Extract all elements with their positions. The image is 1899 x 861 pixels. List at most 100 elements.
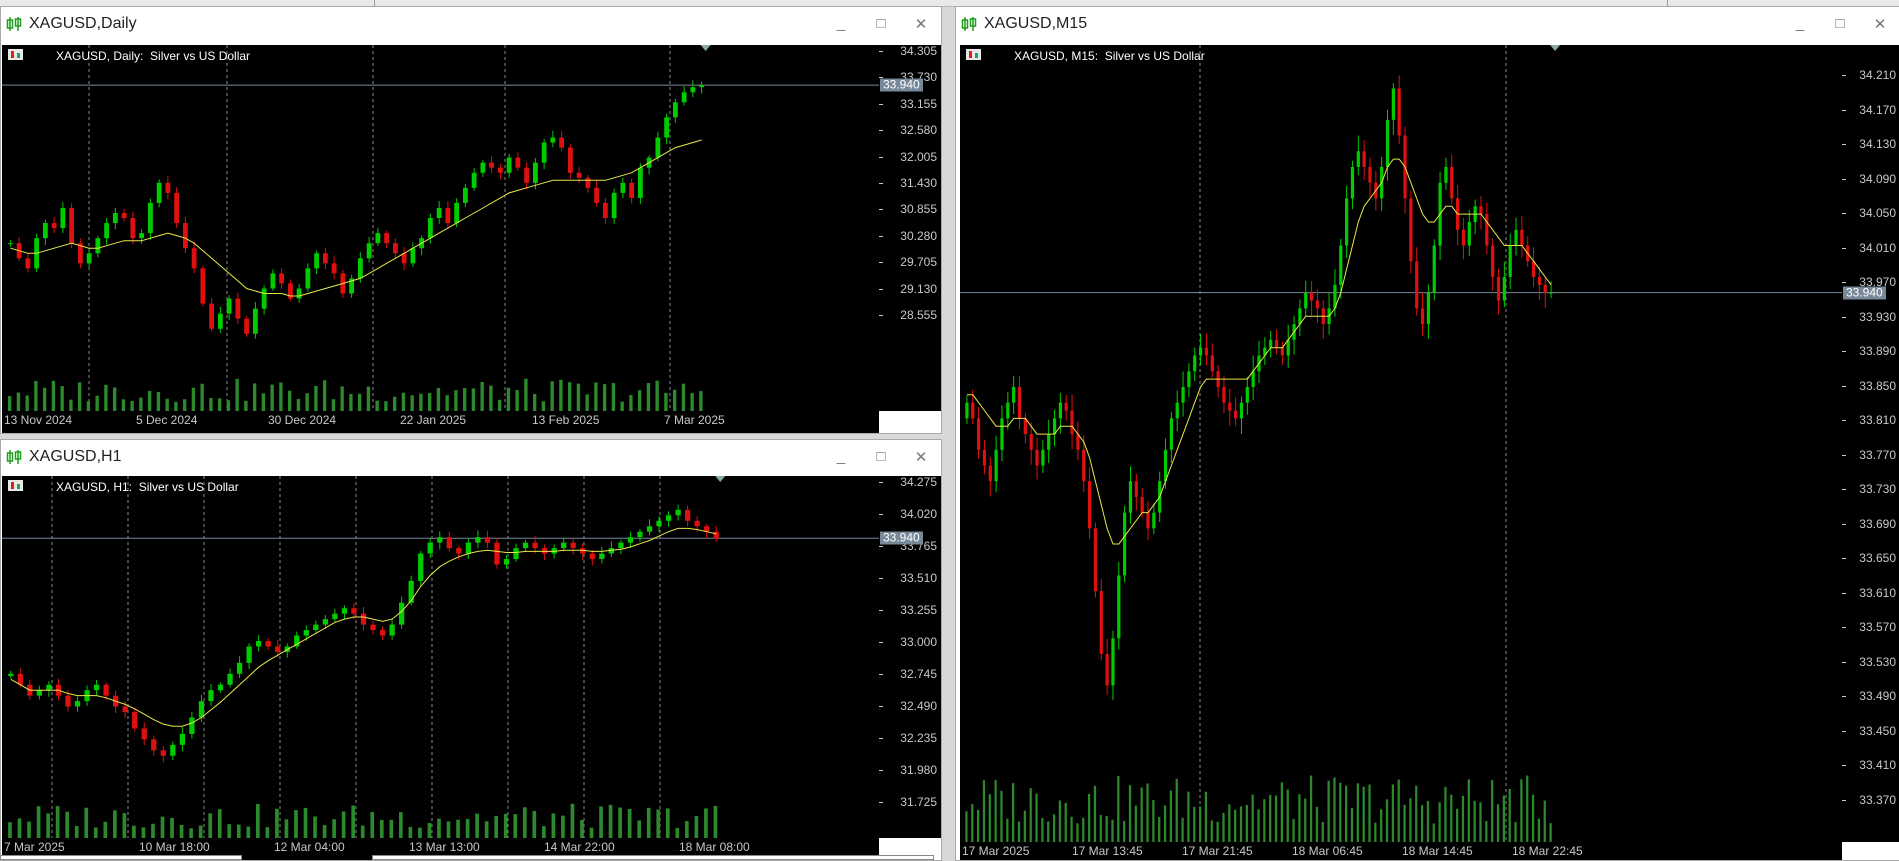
volume-bar (454, 390, 458, 411)
volume-bar (994, 780, 997, 842)
price-axis-label: 33.730 (1859, 482, 1896, 497)
window-titlebar[interactable]: XAGUSD,H1 _ □ ✕ (1, 440, 941, 473)
volume-bar (1058, 800, 1062, 842)
candle-body (646, 526, 653, 532)
time-axis-label: 7 Mar 2025 (664, 413, 725, 427)
window-title: XAGUSD,Daily (29, 14, 137, 32)
volume-bar (69, 399, 73, 411)
minimize-button[interactable]: _ (821, 440, 861, 473)
chart-window-h1[interactable]: XAGUSD,H1 _ □ ✕ XAGUSD, H1: Silver vs US… (0, 439, 942, 861)
candlestick-plot[interactable] (2, 476, 879, 838)
volume-bar (611, 383, 616, 411)
minimize-button[interactable]: _ (821, 7, 861, 40)
candle-body (366, 243, 372, 259)
volume-bar (275, 808, 279, 838)
candle-body (1228, 402, 1232, 411)
candle-body (1245, 386, 1249, 403)
volume-bar (1210, 820, 1213, 842)
candle-body (550, 137, 556, 143)
candle-body (1467, 221, 1471, 246)
volume-bar (139, 397, 143, 411)
candle-body (503, 559, 510, 565)
volume-bar (1175, 778, 1178, 842)
price-chart[interactable]: XAGUSD, H1: Silver vs US Dollar (2, 476, 879, 838)
price-axis-tick (1842, 109, 1846, 111)
chart-window-daily[interactable]: XAGUSD,Daily _ □ ✕ XAGUSD, Daily: Silver… (0, 6, 942, 434)
candle-body (484, 537, 491, 543)
volume-bar (226, 400, 231, 411)
close-button[interactable]: ✕ (1860, 7, 1899, 40)
maximize-button[interactable]: □ (861, 440, 901, 473)
time-axis[interactable]: 13 Nov 2024 5 Dec 2024 30 Dec 2024 22 Jan 2… (2, 411, 879, 433)
time-axis-label: 30 Dec 2024 (268, 413, 337, 427)
candle-body (1146, 512, 1150, 529)
price-axis-tick (1842, 454, 1846, 456)
maximize-button[interactable]: □ (861, 7, 901, 40)
candle-body (567, 147, 573, 173)
maximize-button[interactable]: □ (1820, 7, 1860, 40)
bottom-tab[interactable] (0, 855, 242, 860)
candle-body (1549, 292, 1553, 294)
price-axis-label: 34.130 (1859, 137, 1896, 152)
volume-bar (1467, 779, 1470, 842)
bottom-tab[interactable] (372, 855, 934, 860)
volume-bar (1549, 823, 1552, 842)
price-axis[interactable]: 34.210 34.170 34.130 34.090 34.050 34.010 33.9… (1842, 45, 1899, 842)
candle-body (357, 258, 363, 279)
time-axis[interactable]: 17 Mar 2025 17 Mar 13:45 17 Mar 21:45 18 Ma… (960, 842, 1842, 860)
volume-bar (1514, 822, 1517, 842)
volume-bar (1093, 785, 1097, 842)
candle-body (46, 684, 52, 691)
candle-body (1047, 434, 1051, 450)
candlestick-plot[interactable] (960, 45, 1842, 842)
price-axis-label: 33.510 (900, 571, 937, 585)
candle-body (1391, 88, 1395, 120)
candle-body (208, 690, 214, 702)
candle-body (1520, 229, 1524, 246)
candle-body (454, 202, 460, 224)
volume-bar (217, 809, 222, 838)
candle-body (103, 684, 109, 696)
candle-body (1105, 654, 1109, 686)
close-button[interactable]: ✕ (901, 440, 941, 473)
candle-body (602, 202, 608, 219)
price-axis-label: 30.855 (900, 202, 937, 217)
candle-body (198, 701, 205, 718)
candle-body (681, 92, 687, 103)
time-axis-label: 13 Nov 2024 (4, 413, 73, 427)
price-chart[interactable]: XAGUSD, Daily: Silver vs US Dollar (2, 45, 879, 411)
volume-bar (475, 813, 479, 838)
candle-body (1064, 402, 1068, 411)
volume-bar (357, 393, 362, 411)
chart-window-m15[interactable]: XAGUSD,M15 _ □ ✕ XAGUSD, M15: Silver vs … (955, 6, 1899, 861)
price-axis-tick (879, 482, 883, 483)
candle-body (141, 728, 147, 740)
price-axis-tick (879, 183, 883, 184)
volume-bar (1128, 785, 1132, 842)
minimize-button[interactable]: _ (1780, 7, 1820, 40)
price-chart[interactable]: XAGUSD, M15: Silver vs US Dollar (960, 45, 1842, 842)
candle-body (971, 402, 975, 419)
price-axis-label: 33.370 (1859, 793, 1896, 807)
volume-bar (182, 399, 187, 411)
candle-body (532, 542, 538, 549)
close-button[interactable]: ✕ (901, 7, 941, 40)
price-axis[interactable]: 34.275 34.020 33.765 33.510 33.255 33.000 32.7… (879, 476, 941, 838)
window-titlebar[interactable]: XAGUSD,M15 _ □ ✕ (956, 7, 1899, 40)
candle-body (1309, 292, 1314, 301)
window-titlebar[interactable]: XAGUSD,Daily _ □ ✕ (1, 7, 941, 40)
volume-bar (36, 806, 41, 838)
volume-bar (360, 825, 365, 838)
candlestick-plot[interactable] (2, 45, 879, 411)
volume-bar (1134, 805, 1137, 842)
candle-body (665, 515, 672, 521)
volume-bar (465, 818, 470, 838)
candle-body (1450, 166, 1454, 199)
volume-bar (608, 804, 613, 838)
price-axis-label: 33.000 (900, 635, 937, 649)
volume-bar (1362, 786, 1365, 842)
price-axis[interactable]: 34.305 33.730 33.155 32.580 32.005 31.430 30.8… (879, 45, 941, 411)
volume-bar (1531, 794, 1535, 842)
price-axis-tick (879, 546, 883, 547)
candle-body (305, 268, 311, 289)
